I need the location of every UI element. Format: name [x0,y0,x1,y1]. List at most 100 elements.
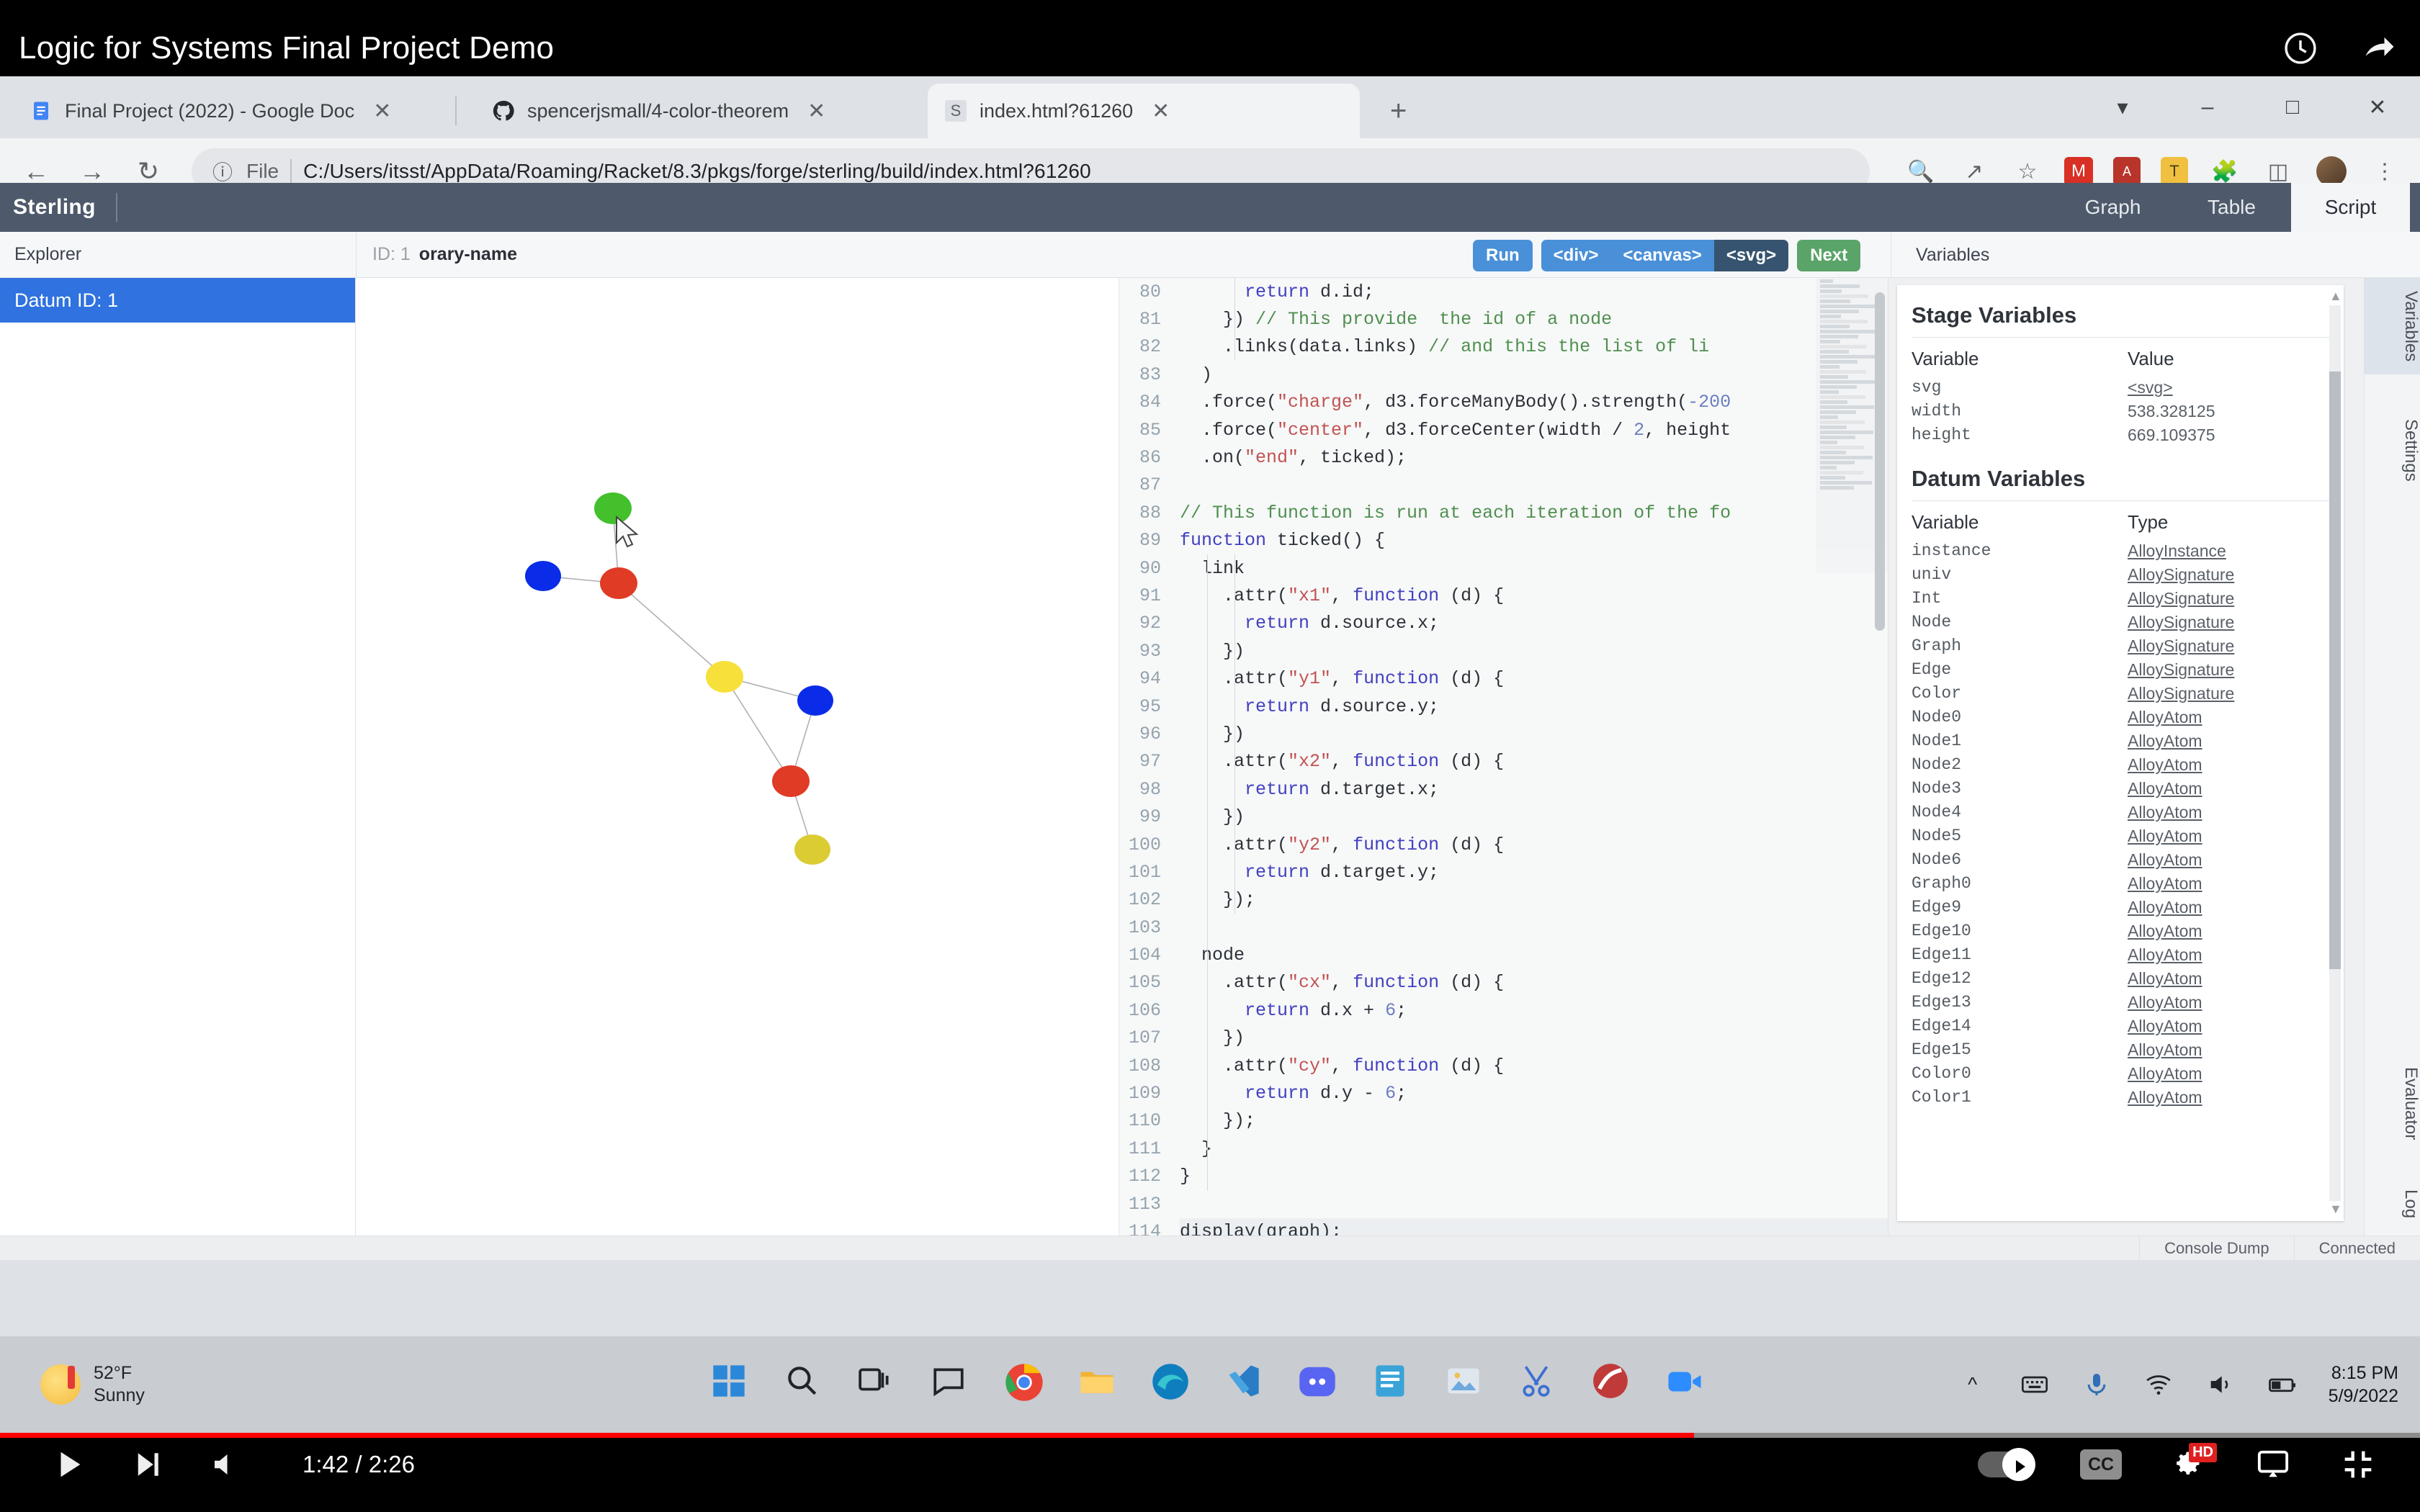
code-line[interactable]: 106 return d.x + 6; [1119,996,1888,1024]
tab-close-icon-2[interactable]: ✕ [1152,99,1170,124]
code-line[interactable]: 85 .force("center", d3.forceCenter(width… [1119,416,1888,444]
run-button[interactable]: Run [1473,240,1533,271]
datum-variable-type[interactable]: AlloyAtom [2128,755,2202,775]
rail-tab-log[interactable]: Log [2365,1176,2420,1231]
script-editor[interactable]: 80 return d.id; 81 }) // This provide the… [1119,278,1888,1260]
datum-variable-type[interactable]: AlloyAtom [2128,922,2202,941]
editor-scrollbar[interactable] [1875,292,1885,631]
chat-icon[interactable] [931,1362,975,1407]
code-line[interactable]: 103 [1119,914,1888,941]
scroll-up-arrow-icon[interactable]: ▲ [2329,289,2342,305]
datum-variable-type[interactable]: AlloyAtom [2128,874,2202,894]
segment-div[interactable]: <div> [1541,240,1611,271]
code-line[interactable]: 113 [1119,1190,1888,1218]
graph-node[interactable] [525,561,561,591]
graph-node[interactable] [794,834,830,865]
code-line[interactable]: 84 .force("charge", d3.forceManyBody().s… [1119,389,1888,416]
keyboard-icon[interactable] [2019,1369,2051,1400]
segment-svg[interactable]: <svg> [1713,240,1789,271]
browser-tab-1[interactable]: spencerjsmall/4-color-theorem ✕ [475,84,908,138]
share-icon[interactable] [2361,30,2398,67]
minimize-icon[interactable]: – [2165,76,2250,138]
captions-icon[interactable]: CC [2080,1449,2122,1480]
code-line[interactable]: 110 }); [1119,1107,1888,1135]
datum-variable-type[interactable]: AlloyAtom [2128,1040,2202,1060]
code-line[interactable]: 83 ) [1119,361,1888,388]
status-console-dump[interactable]: Console Dump [2139,1236,2294,1261]
racket-icon[interactable] [1592,1362,1636,1407]
graph-node[interactable] [594,492,632,524]
tab-close-icon-0[interactable]: ✕ [373,99,391,124]
chrome-icon[interactable] [1004,1362,1049,1407]
scroll-down-arrow-icon[interactable]: ▼ [2329,1202,2342,1218]
code-line[interactable]: 107 }) [1119,1025,1888,1052]
microphone-icon[interactable] [2081,1369,2112,1400]
rail-tab-evaluator[interactable]: Evaluator [2365,1054,2420,1153]
taskbar-clock[interactable]: 8:15 PM 5/9/2022 [2329,1362,2398,1408]
graph-node[interactable] [600,567,637,599]
miniplayer-icon[interactable] [2254,1446,2292,1483]
datum-variable-type[interactable]: AlloyAtom [2128,803,2202,822]
stage-variable-value[interactable]: <svg> [2128,378,2173,397]
datum-variable-type[interactable]: AlloySignature [2128,613,2234,632]
segment-canvas[interactable]: <canvas> [1610,240,1714,271]
explorer-icon[interactable] [1077,1362,1122,1407]
code-line[interactable]: 109 return d.y - 6; [1119,1079,1888,1107]
datum-variable-type[interactable]: AlloySignature [2128,636,2234,656]
datum-variable-type[interactable]: AlloyAtom [2128,850,2202,870]
graph-node[interactable] [706,661,743,693]
snip-icon[interactable] [1518,1362,1563,1407]
battery-icon[interactable] [2267,1369,2298,1400]
tab-table[interactable]: Table [2172,183,2291,232]
discord-icon[interactable] [1298,1362,1343,1407]
datum-variable-type[interactable]: AlloyInstance [2128,541,2226,561]
datum-variable-type[interactable]: AlloyAtom [2128,969,2202,989]
graph-stage[interactable] [356,278,1119,1260]
extension-t-icon[interactable]: T [2161,157,2188,186]
tab-graph[interactable]: Graph [2053,183,2172,232]
datum-variable-type[interactable]: AlloyAtom [2128,779,2202,798]
browser-tab-2[interactable]: S index.html?61260 ✕ [928,84,1360,138]
settings-hd-icon[interactable]: HD [2169,1443,2217,1483]
fullscreen-icon[interactable] [2339,1446,2377,1483]
code-line[interactable]: 87 [1119,472,1888,499]
explorer-item-datum-1[interactable]: Datum ID: 1 [0,278,355,323]
next-button[interactable]: Next [1797,240,1861,271]
code-line[interactable]: 105 .attr("cx", function (d) { [1119,969,1888,996]
pdf-icon[interactable]: A [2113,157,2141,186]
next-icon[interactable] [128,1446,166,1483]
vscode-icon[interactable] [1224,1362,1269,1407]
zoom-icon[interactable] [1665,1362,1710,1407]
datum-variable-type[interactable]: AlloyAtom [2128,708,2202,727]
tab-script[interactable]: Script [2291,183,2410,232]
notes-icon[interactable] [1371,1362,1416,1407]
datum-variable-type[interactable]: AlloyAtom [2128,945,2202,965]
edge-icon[interactable] [1151,1362,1196,1407]
code-line[interactable]: 86 .on("end", ticked); [1119,444,1888,471]
photos-icon[interactable] [1445,1362,1489,1407]
code-line[interactable]: 104 node [1119,941,1888,968]
graph-node[interactable] [797,685,833,716]
volume-icon[interactable] [206,1446,243,1483]
rail-tab-settings[interactable]: Settings [2365,406,2420,495]
code-line[interactable]: 111 } [1119,1135,1888,1162]
video-progress-track[interactable] [0,1433,2420,1438]
taskbar-weather[interactable]: 52°F Sunny [40,1362,145,1408]
search-icon[interactable] [784,1362,828,1407]
rail-tab-variables[interactable]: Variables [2365,278,2420,375]
watch-later-icon[interactable] [2282,30,2319,67]
datum-variable-type[interactable]: AlloySignature [2128,660,2234,680]
datum-variable-type[interactable]: AlloySignature [2128,589,2234,608]
datum-variable-type[interactable]: AlloyAtom [2128,732,2202,751]
graph-node[interactable] [772,765,810,797]
maximize-icon[interactable]: □ [2250,76,2335,138]
wifi-icon[interactable] [2143,1369,2174,1400]
chevron-down-icon[interactable]: ▾ [2080,76,2165,138]
datum-variable-type[interactable]: AlloyAtom [2128,1088,2202,1107]
close-icon[interactable]: ✕ [2335,76,2420,138]
datum-variable-type[interactable]: AlloyAtom [2128,827,2202,846]
show-hidden-icon[interactable]: ^ [1957,1369,1989,1400]
new-tab-button[interactable]: + [1390,95,1407,127]
play-icon[interactable] [50,1446,88,1483]
code-line[interactable]: 108 .attr("cy", function (d) { [1119,1052,1888,1079]
